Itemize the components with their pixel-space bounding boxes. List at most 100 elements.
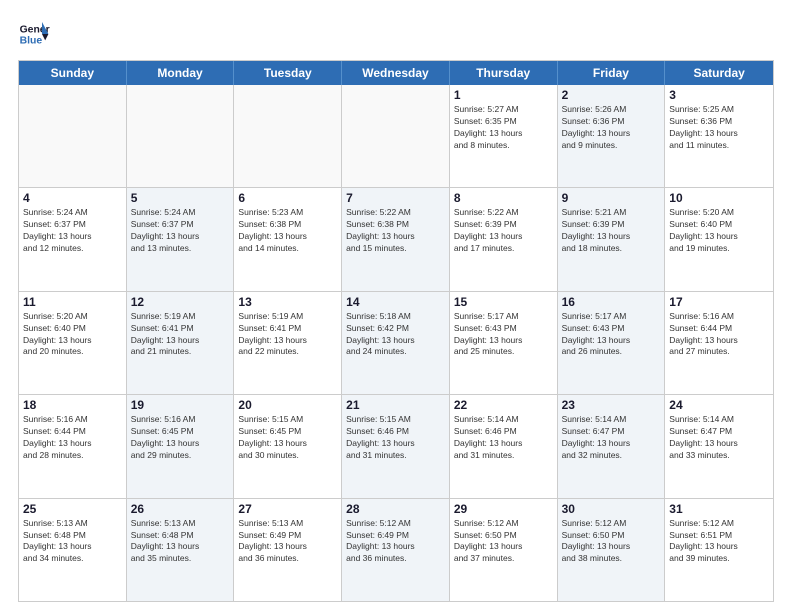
day-info: Sunrise: 5:13 AM Sunset: 6:49 PM Dayligh… [238, 518, 337, 566]
day-info: Sunrise: 5:19 AM Sunset: 6:41 PM Dayligh… [238, 311, 337, 359]
day-cell-11: 11 Sunrise: 5:20 AM Sunset: 6:40 PM Dayli… [19, 292, 127, 394]
day-info: Sunrise: 5:20 AM Sunset: 6:40 PM Dayligh… [669, 207, 769, 255]
calendar-row-3: 18 Sunrise: 5:16 AM Sunset: 6:44 PM Dayli… [19, 395, 773, 498]
day-info: Sunrise: 5:16 AM Sunset: 6:44 PM Dayligh… [23, 414, 122, 462]
day-number: 21 [346, 398, 445, 412]
day-info: Sunrise: 5:12 AM Sunset: 6:50 PM Dayligh… [454, 518, 553, 566]
day-number: 22 [454, 398, 553, 412]
day-info: Sunrise: 5:12 AM Sunset: 6:50 PM Dayligh… [562, 518, 661, 566]
day-cell-3: 3 Sunrise: 5:25 AM Sunset: 6:36 PM Daylig… [665, 85, 773, 187]
empty-cell-0-2 [234, 85, 342, 187]
weekday-header-friday: Friday [558, 61, 666, 85]
day-cell-30: 30 Sunrise: 5:12 AM Sunset: 6:50 PM Dayli… [558, 499, 666, 601]
day-info: Sunrise: 5:19 AM Sunset: 6:41 PM Dayligh… [131, 311, 230, 359]
calendar-header: SundayMondayTuesdayWednesdayThursdayFrid… [19, 61, 773, 85]
day-cell-1: 1Sunrise: 5:27 AM Sunset: 6:35 PM Daylig… [450, 85, 558, 187]
day-info: Sunrise: 5:18 AM Sunset: 6:42 PM Dayligh… [346, 311, 445, 359]
day-number: 3 [669, 88, 769, 102]
weekday-header-wednesday: Wednesday [342, 61, 450, 85]
day-cell-9: 9Sunrise: 5:21 AM Sunset: 6:39 PM Daylig… [558, 188, 666, 290]
calendar-row-4: 25 Sunrise: 5:13 AM Sunset: 6:48 PM Dayli… [19, 499, 773, 601]
day-cell-2: 2Sunrise: 5:26 AM Sunset: 6:36 PM Daylig… [558, 85, 666, 187]
day-info: Sunrise: 5:14 AM Sunset: 6:47 PM Dayligh… [562, 414, 661, 462]
calendar-row-0: 1Sunrise: 5:27 AM Sunset: 6:35 PM Daylig… [19, 85, 773, 188]
day-number: 31 [669, 502, 769, 516]
day-info: Sunrise: 5:16 AM Sunset: 6:44 PM Dayligh… [669, 311, 769, 359]
day-number: 24 [669, 398, 769, 412]
empty-cell-0-1 [127, 85, 235, 187]
day-number: 4 [23, 191, 122, 205]
day-cell-25: 25 Sunrise: 5:13 AM Sunset: 6:48 PM Dayli… [19, 499, 127, 601]
day-number: 13 [238, 295, 337, 309]
day-number: 5 [131, 191, 230, 205]
day-number: 11 [23, 295, 122, 309]
day-cell-12: 12 Sunrise: 5:19 AM Sunset: 6:41 PM Dayli… [127, 292, 235, 394]
svg-text:Blue: Blue [20, 36, 43, 47]
day-cell-7: 7 Sunrise: 5:22 AM Sunset: 6:38 PM Daylig… [342, 188, 450, 290]
day-cell-14: 14 Sunrise: 5:18 AM Sunset: 6:42 PM Dayli… [342, 292, 450, 394]
day-number: 7 [346, 191, 445, 205]
day-info: Sunrise: 5:12 AM Sunset: 6:51 PM Dayligh… [669, 518, 769, 566]
day-cell-27: 27 Sunrise: 5:13 AM Sunset: 6:49 PM Dayli… [234, 499, 342, 601]
day-info: Sunrise: 5:17 AM Sunset: 6:43 PM Dayligh… [562, 311, 661, 359]
day-info: Sunrise: 5:23 AM Sunset: 6:38 PM Dayligh… [238, 207, 337, 255]
empty-cell-0-0 [19, 85, 127, 187]
day-cell-10: 10 Sunrise: 5:20 AM Sunset: 6:40 PM Dayli… [665, 188, 773, 290]
day-number: 27 [238, 502, 337, 516]
day-cell-6: 6 Sunrise: 5:23 AM Sunset: 6:38 PM Daylig… [234, 188, 342, 290]
weekday-header-sunday: Sunday [19, 61, 127, 85]
day-info: Sunrise: 5:16 AM Sunset: 6:45 PM Dayligh… [131, 414, 230, 462]
day-number: 18 [23, 398, 122, 412]
weekday-header-monday: Monday [127, 61, 235, 85]
day-cell-19: 19Sunrise: 5:16 AM Sunset: 6:45 PM Dayli… [127, 395, 235, 497]
calendar-row-1: 4 Sunrise: 5:24 AM Sunset: 6:37 PM Daylig… [19, 188, 773, 291]
weekday-header-tuesday: Tuesday [234, 61, 342, 85]
day-cell-17: 17 Sunrise: 5:16 AM Sunset: 6:44 PM Dayli… [665, 292, 773, 394]
day-cell-23: 23 Sunrise: 5:14 AM Sunset: 6:47 PM Dayli… [558, 395, 666, 497]
weekday-header-saturday: Saturday [665, 61, 773, 85]
day-cell-16: 16Sunrise: 5:17 AM Sunset: 6:43 PM Dayli… [558, 292, 666, 394]
day-cell-4: 4 Sunrise: 5:24 AM Sunset: 6:37 PM Daylig… [19, 188, 127, 290]
day-info: Sunrise: 5:20 AM Sunset: 6:40 PM Dayligh… [23, 311, 122, 359]
day-number: 23 [562, 398, 661, 412]
logo: General Blue [18, 18, 54, 50]
day-info: Sunrise: 5:27 AM Sunset: 6:35 PM Dayligh… [454, 104, 553, 152]
day-number: 10 [669, 191, 769, 205]
day-number: 30 [562, 502, 661, 516]
day-info: Sunrise: 5:14 AM Sunset: 6:46 PM Dayligh… [454, 414, 553, 462]
day-number: 14 [346, 295, 445, 309]
day-number: 6 [238, 191, 337, 205]
day-info: Sunrise: 5:24 AM Sunset: 6:37 PM Dayligh… [131, 207, 230, 255]
day-info: Sunrise: 5:13 AM Sunset: 6:48 PM Dayligh… [131, 518, 230, 566]
day-cell-24: 24 Sunrise: 5:14 AM Sunset: 6:47 PM Dayli… [665, 395, 773, 497]
empty-cell-0-3 [342, 85, 450, 187]
calendar-body: 1Sunrise: 5:27 AM Sunset: 6:35 PM Daylig… [19, 85, 773, 601]
day-info: Sunrise: 5:24 AM Sunset: 6:37 PM Dayligh… [23, 207, 122, 255]
day-cell-8: 8 Sunrise: 5:22 AM Sunset: 6:39 PM Daylig… [450, 188, 558, 290]
day-info: Sunrise: 5:22 AM Sunset: 6:39 PM Dayligh… [454, 207, 553, 255]
day-number: 25 [23, 502, 122, 516]
day-cell-22: 22 Sunrise: 5:14 AM Sunset: 6:46 PM Dayli… [450, 395, 558, 497]
day-cell-15: 15 Sunrise: 5:17 AM Sunset: 6:43 PM Dayli… [450, 292, 558, 394]
day-info: Sunrise: 5:21 AM Sunset: 6:39 PM Dayligh… [562, 207, 661, 255]
day-number: 12 [131, 295, 230, 309]
day-cell-29: 29 Sunrise: 5:12 AM Sunset: 6:50 PM Dayli… [450, 499, 558, 601]
day-info: Sunrise: 5:14 AM Sunset: 6:47 PM Dayligh… [669, 414, 769, 462]
day-number: 8 [454, 191, 553, 205]
day-info: Sunrise: 5:22 AM Sunset: 6:38 PM Dayligh… [346, 207, 445, 255]
day-info: Sunrise: 5:17 AM Sunset: 6:43 PM Dayligh… [454, 311, 553, 359]
day-number: 2 [562, 88, 661, 102]
day-info: Sunrise: 5:25 AM Sunset: 6:36 PM Dayligh… [669, 104, 769, 152]
day-number: 15 [454, 295, 553, 309]
day-number: 20 [238, 398, 337, 412]
logo-icon: General Blue [18, 18, 50, 50]
calendar-row-2: 11 Sunrise: 5:20 AM Sunset: 6:40 PM Dayli… [19, 292, 773, 395]
day-cell-13: 13 Sunrise: 5:19 AM Sunset: 6:41 PM Dayli… [234, 292, 342, 394]
day-info: Sunrise: 5:15 AM Sunset: 6:45 PM Dayligh… [238, 414, 337, 462]
day-cell-18: 18 Sunrise: 5:16 AM Sunset: 6:44 PM Dayli… [19, 395, 127, 497]
day-info: Sunrise: 5:13 AM Sunset: 6:48 PM Dayligh… [23, 518, 122, 566]
day-number: 29 [454, 502, 553, 516]
day-info: Sunrise: 5:15 AM Sunset: 6:46 PM Dayligh… [346, 414, 445, 462]
page: General Blue SundayMondayTuesdayWednesda… [0, 0, 792, 612]
day-number: 17 [669, 295, 769, 309]
